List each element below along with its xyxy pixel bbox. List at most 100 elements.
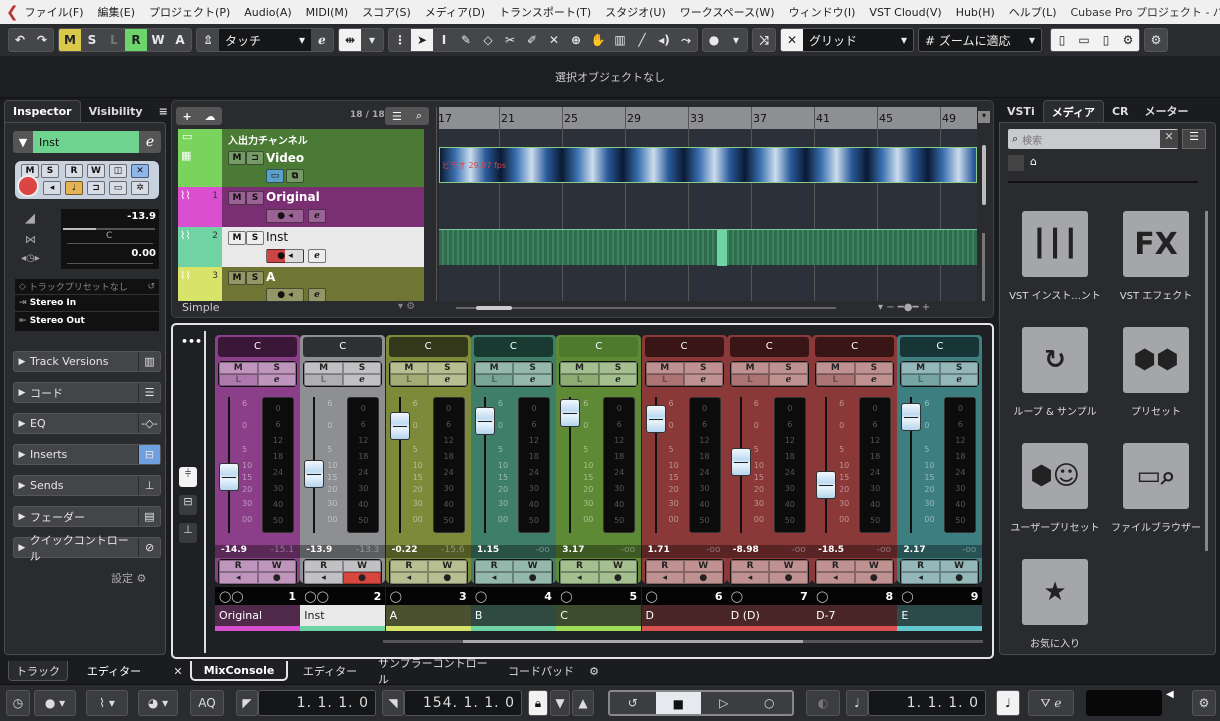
monitor-icon[interactable]: ◂ bbox=[43, 181, 61, 195]
monitor-button[interactable]: ◂ bbox=[730, 572, 770, 584]
freeze-icon[interactable]: ◫ bbox=[109, 164, 127, 178]
track-a[interactable]: ⌇⌇ 3 M S A ● ◂ ℯ bbox=[178, 267, 424, 302]
record-enable-button[interactable]: ● bbox=[428, 572, 467, 584]
edit-instrument-icon[interactable]: ℯ bbox=[139, 131, 161, 153]
tab-track[interactable]: トラック bbox=[8, 661, 68, 681]
channel-name[interactable]: E bbox=[897, 605, 983, 631]
mute-button[interactable]: M bbox=[228, 231, 246, 245]
stop-button[interactable]: ■ bbox=[655, 692, 701, 714]
right-locator-icon[interactable]: ◥ bbox=[382, 690, 404, 716]
peak-value[interactable]: -15.6 bbox=[441, 545, 464, 558]
tab-inspector[interactable]: Inspector bbox=[4, 100, 81, 122]
lanes-icon[interactable]: ▭ bbox=[109, 181, 127, 195]
media-tile-loop[interactable]: ↻ bbox=[1022, 327, 1088, 393]
collapse-triangle-icon[interactable]: ▼ bbox=[13, 131, 33, 153]
edit-automation-button[interactable]: ℯ bbox=[311, 29, 333, 51]
timeline-ruler[interactable]: 17 21 25 29 33 37 41 45 49 bbox=[436, 107, 977, 129]
comp-tool-icon[interactable]: ▥ bbox=[609, 29, 631, 51]
object-select-tool-icon[interactable]: ➤ bbox=[411, 29, 433, 51]
punch-out-icon[interactable]: ▲ bbox=[572, 690, 594, 716]
volume-value[interactable]: -0.22 bbox=[392, 545, 418, 558]
media-tile-file-browser[interactable]: ▭⌕ bbox=[1123, 443, 1189, 509]
record-enable-button[interactable]: ● bbox=[513, 572, 552, 584]
stereo-link-icon[interactable]: ◯◯ bbox=[219, 590, 244, 603]
edit-channel-icon[interactable]: ℯ bbox=[513, 374, 552, 386]
vertical-zoom-slider[interactable] bbox=[982, 233, 985, 301]
tab-editor[interactable]: エディター bbox=[298, 661, 362, 681]
tab-chord-pads[interactable]: コードパッド bbox=[508, 661, 574, 681]
listen-button[interactable]: L bbox=[816, 374, 855, 386]
monitor-button[interactable]: ◂ bbox=[901, 572, 940, 584]
volume-value[interactable]: -13.9 bbox=[306, 545, 332, 558]
mute-button[interactable]: M bbox=[304, 362, 343, 374]
solo-button[interactable]: S bbox=[41, 164, 59, 178]
fader-handle[interactable] bbox=[730, 447, 751, 476]
list-view-icon[interactable]: ☰ bbox=[1182, 129, 1206, 149]
menu-studio[interactable]: スタジオ(U) bbox=[605, 4, 666, 20]
menu-hub[interactable]: Hub(H) bbox=[956, 6, 995, 19]
read-automation-button[interactable]: R bbox=[474, 560, 514, 572]
zone-setup-icon[interactable]: ⚙ bbox=[1117, 29, 1139, 51]
reset-icon[interactable]: ↺ bbox=[147, 282, 155, 292]
pan-control[interactable]: C bbox=[900, 337, 980, 357]
read-automation-button[interactable]: R bbox=[645, 560, 684, 572]
solo-all-button[interactable]: S bbox=[81, 29, 103, 51]
color-dropdown-icon[interactable]: ▾ bbox=[725, 29, 747, 51]
track-inst[interactable]: ⌇⌇ 2 M S Inst ● ◂ ℯ bbox=[178, 227, 424, 267]
tab-cr[interactable]: CR bbox=[1104, 100, 1137, 122]
delay-value[interactable]: 0.00 bbox=[131, 248, 156, 259]
lock-icon[interactable]: ⊐ bbox=[87, 181, 105, 195]
menu-window[interactable]: ウィンドウ(I) bbox=[789, 4, 856, 20]
monitor-button[interactable]: ◂ bbox=[474, 572, 514, 584]
solo-button[interactable]: S bbox=[257, 362, 296, 374]
menu-vst-cloud[interactable]: VST Cloud(V) bbox=[869, 6, 941, 19]
undo-button[interactable]: ↶ bbox=[9, 29, 31, 51]
listen-button[interactable]: L bbox=[389, 374, 429, 386]
time-base-icon[interactable]: ♩ bbox=[65, 181, 83, 195]
channel-name[interactable]: D-7 bbox=[812, 605, 898, 631]
listen-button[interactable]: L bbox=[645, 374, 684, 386]
media-tile-star[interactable]: ★ bbox=[1022, 559, 1088, 625]
more-options-icon[interactable]: ••• bbox=[181, 335, 202, 348]
left-locator-display[interactable]: 1. 1. 1. 0 bbox=[258, 690, 376, 716]
read-automation-button[interactable]: R bbox=[219, 560, 258, 572]
menu-media[interactable]: メディア(D) bbox=[425, 4, 485, 20]
solo-button[interactable]: S bbox=[769, 362, 808, 374]
cycle-button[interactable]: ↺ bbox=[610, 696, 656, 710]
vertical-scrollbar[interactable] bbox=[982, 145, 986, 205]
mono-icon[interactable]: ◯ bbox=[731, 590, 743, 603]
solo-button[interactable]: S bbox=[428, 362, 467, 374]
edit-channel-icon[interactable]: ℯ bbox=[308, 249, 326, 263]
pan-control[interactable]: C bbox=[559, 337, 639, 357]
lock-icon[interactable]: 🔒︎ bbox=[528, 690, 548, 716]
track-original[interactable]: ⌇⌇ 1 M S Original ● ◂ ℯ bbox=[178, 187, 424, 227]
menu-project[interactable]: プロジェクト(P) bbox=[149, 4, 230, 20]
media-tile-fx[interactable]: FX bbox=[1123, 211, 1189, 277]
write-automation-button[interactable]: W bbox=[854, 560, 894, 572]
snap-type-dropdown[interactable]: グリッド ▾ bbox=[803, 29, 913, 51]
play-button[interactable]: ▷ bbox=[701, 696, 747, 710]
mono-icon[interactable]: ◯ bbox=[901, 590, 913, 603]
pan-control[interactable]: C bbox=[644, 337, 724, 357]
zoom-tool-icon[interactable]: ⊕ bbox=[565, 29, 587, 51]
left-zone-toggle-icon[interactable]: ▯ bbox=[1051, 29, 1073, 51]
record-button[interactable]: ○ bbox=[747, 696, 793, 710]
pan-slider[interactable] bbox=[67, 243, 153, 244]
fader-handle[interactable] bbox=[901, 403, 922, 432]
read-automation-button[interactable]: R bbox=[901, 560, 940, 572]
inserts-view-icon[interactable]: ⊟ bbox=[179, 495, 197, 515]
volume-slider[interactable] bbox=[63, 228, 155, 230]
solo-button[interactable]: S bbox=[854, 362, 894, 374]
record-mode-dropdown[interactable]: ● ▾ bbox=[34, 690, 76, 716]
pre-count-icon[interactable]: ◐ bbox=[806, 690, 840, 716]
fader-handle[interactable] bbox=[304, 460, 325, 489]
hand-tool-icon[interactable]: ✋ bbox=[587, 29, 609, 51]
menu-edit[interactable]: 編集(E) bbox=[98, 4, 136, 20]
fader-handle[interactable] bbox=[816, 471, 837, 500]
mute-button[interactable]: M bbox=[816, 362, 855, 374]
track-preset-row[interactable]: ◇ トラックプリセットなし ↺ bbox=[15, 279, 159, 295]
pencil-tool-icon[interactable]: ✎ bbox=[455, 29, 477, 51]
tab-meter[interactable]: メーター bbox=[1137, 100, 1197, 122]
mono-icon[interactable]: ◯ bbox=[475, 590, 487, 603]
tab-mixconsole[interactable]: MixConsole bbox=[190, 661, 288, 681]
